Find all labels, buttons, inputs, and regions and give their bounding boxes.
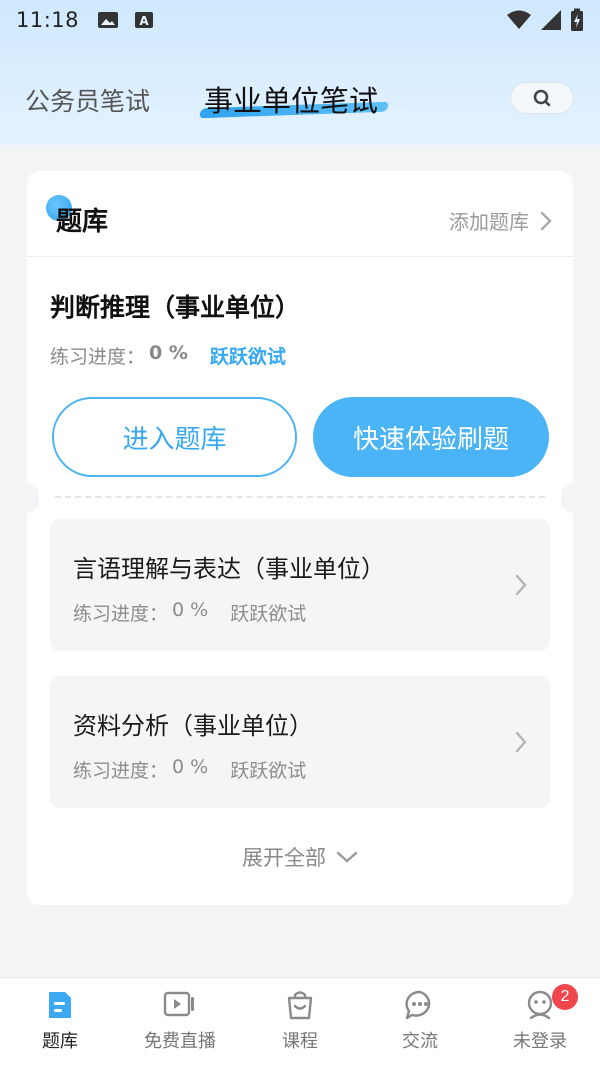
chevron-right-icon (540, 211, 552, 230)
chevron-right-icon (515, 731, 527, 753)
tab-label: 未登录 (513, 1031, 567, 1052)
progress-label: 练习进度： (73, 760, 169, 782)
status-bar: 11:18 A (0, 0, 600, 40)
search-button[interactable] (510, 82, 574, 114)
progress-value: 0 % (172, 756, 209, 778)
question-bank-icon (49, 992, 71, 1018)
tab-courses[interactable]: 课程 (240, 978, 360, 1066)
tab-civil-servant[interactable]: 公务员笔试 (25, 82, 150, 118)
add-question-bank-label: 添加题库 (449, 210, 529, 234)
card-header: 题库 添加题库 (27, 171, 573, 257)
signal-icon (541, 10, 561, 30)
tab-label: 免费直播 (144, 1031, 216, 1052)
progress-value: 0 % (149, 342, 188, 364)
gallery-icon (98, 12, 119, 28)
user-face-icon (527, 990, 553, 1020)
exam-type-header: 公务员笔试 事业单位笔试 (0, 62, 600, 132)
tab-label: 交流 (402, 1031, 438, 1052)
ticket-notch-left (15, 483, 39, 513)
chevron-down-icon (336, 851, 358, 863)
live-video-icon (163, 991, 194, 1017)
chat-icon (405, 990, 431, 1020)
list-item-title: 言语理解与表达（事业单位） (73, 555, 385, 583)
tab-free-live[interactable]: 免费直播 (120, 978, 240, 1066)
tab-profile[interactable]: 2 未登录 (480, 978, 600, 1066)
dashed-divider (55, 496, 545, 498)
expand-all-button[interactable]: 展开全部 (27, 842, 573, 872)
progress-value: 0 % (172, 599, 209, 621)
progress-label: 练习进度： (73, 603, 169, 625)
list-item-title: 资料分析（事业单位） (73, 712, 313, 740)
tab-question-bank[interactable]: 题库 (0, 978, 120, 1066)
chevron-right-icon (515, 574, 527, 596)
progress-tag: 跃跃欲试 (230, 760, 307, 782)
bottom-tab-bar: 题库 免费直播 课程 交流 2 未登录 (0, 977, 600, 1066)
enter-question-bank-button[interactable]: 进入题库 (52, 397, 297, 477)
list-item-progress: 练习进度： 0 % 跃跃欲试 (73, 756, 306, 783)
progress-tag: 跃跃欲试 (209, 346, 286, 368)
current-bank-title: 判断推理（事业单位） (50, 293, 301, 322)
tab-label: 课程 (282, 1031, 318, 1052)
course-bag-icon (287, 991, 313, 1020)
add-question-bank-link[interactable]: 添加题库 (449, 206, 553, 235)
ticket-notch-right (561, 483, 585, 513)
current-bank-progress: 练习进度： 0 % 跃跃欲试 (50, 342, 286, 369)
svg-text:A: A (139, 14, 149, 28)
progress-label: 练习进度： (50, 346, 146, 368)
tab-label: 题库 (42, 1031, 78, 1052)
list-item[interactable]: 言语理解与表达（事业单位） 练习进度： 0 % 跃跃欲试 (50, 519, 550, 651)
progress-tag: 跃跃欲试 (230, 603, 307, 625)
tab-community[interactable]: 交流 (360, 978, 480, 1066)
notification-badge: 2 (552, 984, 578, 1010)
expand-all-label: 展开全部 (242, 846, 326, 870)
list-item-progress: 练习进度： 0 % 跃跃欲试 (73, 599, 306, 626)
font-a-icon: A (135, 12, 154, 28)
card-title: 题库 (56, 207, 109, 237)
quick-practice-button[interactable]: 快速体验刷题 (313, 397, 549, 477)
search-icon (533, 89, 551, 107)
list-item[interactable]: 资料分析（事业单位） 练习进度： 0 % 跃跃欲试 (50, 676, 550, 808)
battery-charging-icon (571, 8, 583, 31)
status-time: 11:18 (16, 8, 80, 32)
question-bank-card: 题库 添加题库 判断推理（事业单位） 练习进度： 0 % 跃跃欲试 进入题库 快… (15, 171, 585, 905)
wifi-icon (507, 10, 531, 29)
tab-public-institution[interactable]: 事业单位笔试 (204, 78, 378, 120)
